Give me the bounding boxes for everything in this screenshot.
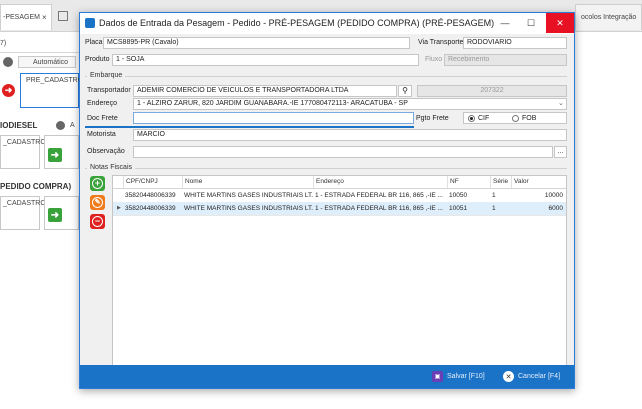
cell-nome: WHITE MARTINS GASES INDUSTRIAIS LT... bbox=[184, 205, 313, 212]
workflow-card[interactable]: _CADASTRO bbox=[0, 196, 46, 230]
table-row[interactable]: 35820448006339 WHITE MARTINS GASES INDUS… bbox=[113, 189, 566, 203]
background-tab-label: -PESAGEM bbox=[3, 14, 40, 21]
cancel-button[interactable]: ✕ Cancelar [F4] bbox=[503, 369, 560, 384]
cancel-button-label: Cancelar [F4] bbox=[518, 373, 561, 380]
embarque-group-title: Embarque bbox=[87, 72, 126, 79]
transportador-code-field: 207322 bbox=[417, 85, 567, 97]
save-icon: ▣ bbox=[432, 371, 443, 382]
radio-fob[interactable] bbox=[512, 115, 519, 122]
notas-group-title: Notas Fiscais bbox=[87, 164, 136, 171]
group-divider bbox=[85, 168, 567, 169]
fluxo-label: Fluxo bbox=[425, 56, 443, 63]
add-icon[interactable]: + bbox=[90, 176, 105, 191]
observacao-more-button[interactable]: ... bbox=[554, 146, 567, 158]
transportador-label: Transportador bbox=[87, 87, 131, 94]
observacao-label: Observação bbox=[87, 148, 125, 155]
column-header[interactable]: Endereço bbox=[313, 176, 447, 188]
produto-label: Produto bbox=[85, 56, 110, 63]
doc-frete-field[interactable] bbox=[133, 112, 414, 124]
workflow-card[interactable]: _CADASTRO bbox=[0, 135, 46, 169]
radio-cif[interactable] bbox=[468, 115, 475, 122]
automatic-label: Automático bbox=[33, 59, 69, 66]
via-transporte-field[interactable]: RODOVIARIO bbox=[463, 37, 567, 49]
motorista-label: Motorista bbox=[87, 131, 116, 138]
section-title: IODIESEL bbox=[0, 121, 38, 130]
column-header[interactable]: CPF/CNPJ bbox=[123, 176, 182, 188]
minimize-icon[interactable]: — bbox=[492, 13, 518, 33]
radio-cif-label: CIF bbox=[478, 115, 490, 122]
cell-cnpj: 35820448006339 bbox=[125, 192, 176, 199]
row-indicator-icon: ▶ bbox=[117, 205, 121, 211]
radio-fob-label: FOB bbox=[522, 115, 537, 122]
column-header[interactable]: NF bbox=[447, 176, 490, 188]
workflow-card[interactable]: ➜ bbox=[44, 196, 79, 230]
table-row[interactable]: ▶ 35820448006339 WHITE MARTINS GASES IND… bbox=[113, 202, 566, 216]
save-button-label: Salvar [F10] bbox=[447, 373, 485, 380]
arrow-right-icon[interactable]: ➜ bbox=[48, 148, 62, 162]
produto-field[interactable]: 1 - SOJA bbox=[112, 54, 419, 66]
cell-cnpj: 35820448006339 bbox=[125, 205, 176, 212]
workflow-card[interactable]: ➜ bbox=[44, 135, 79, 169]
cell-valor: 10000 bbox=[544, 192, 563, 199]
grid-header: CPF/CNPJ Nome Endereço NF Série Valor bbox=[113, 176, 566, 189]
background-tab-label: ocolos Integração bbox=[581, 14, 637, 21]
transportador-field[interactable]: ADEMIR COMERCIO DE VEICULOS E TRANSPORTA… bbox=[133, 85, 397, 97]
app-icon bbox=[85, 18, 95, 28]
cell-endereco: 1 - ESTRADA FEDERAL BR 116, 865 ,-IE ... bbox=[315, 192, 443, 199]
close-icon[interactable]: × bbox=[42, 13, 47, 22]
via-transporte-label: Via Transporte bbox=[418, 39, 464, 46]
divider bbox=[0, 52, 79, 53]
workflow-card[interactable]: PRE_CADASTRO bbox=[20, 73, 83, 108]
automatic-dropdown[interactable]: Automático bbox=[18, 56, 76, 68]
column-header[interactable]: Série bbox=[490, 176, 511, 188]
save-button[interactable]: ▣ Salvar [F10] bbox=[432, 369, 485, 384]
section-title: PEDIDO COMPRA) bbox=[0, 182, 72, 191]
pgto-frete-radio-group: CIF FOB bbox=[463, 112, 567, 124]
column-header[interactable]: Nome bbox=[182, 176, 313, 188]
cell-nf: 10050 bbox=[449, 192, 468, 199]
motorista-field[interactable]: MARCIO bbox=[133, 129, 567, 141]
endereco-select[interactable]: 1 - ALZIRO ZARUR, 820 JARDIM GUANABARA.-… bbox=[133, 98, 567, 110]
cell-endereco: 1 - ESTRADA FEDERAL BR 116, 865 ,-IE ... bbox=[315, 205, 443, 212]
background-tab-protocolos[interactable]: ocolos Integração bbox=[575, 4, 642, 30]
notas-fiscais-grid: CPF/CNPJ Nome Endereço NF Série Valor 35… bbox=[112, 175, 567, 367]
pesagem-dialog: Dados de Entrada da Pesagem - Pedido - P… bbox=[79, 12, 575, 389]
background-tab-pesagem[interactable]: -PESAGEM × bbox=[0, 4, 52, 30]
card-title: PRE_CADASTRO bbox=[26, 77, 84, 84]
remove-icon[interactable]: − bbox=[90, 214, 105, 229]
card-title: _CADASTRO bbox=[3, 139, 46, 146]
search-icon[interactable]: ⚲ bbox=[398, 85, 412, 97]
placa-field[interactable]: MCS8895-PR (Cavalo) bbox=[103, 37, 410, 49]
placa-label: Placa bbox=[85, 39, 103, 46]
edit-icon[interactable]: ✎ bbox=[90, 195, 105, 210]
cancel-icon: ✕ bbox=[503, 371, 514, 382]
cell-nome: WHITE MARTINS GASES INDUSTRIAIS LT... bbox=[184, 192, 313, 199]
automatic-label: A bbox=[70, 122, 75, 129]
dialog-title-bar: Dados de Entrada da Pesagem - Pedido - P… bbox=[80, 13, 574, 34]
pgto-frete-label: Pgto Frete bbox=[416, 115, 449, 122]
cell-serie: 1 bbox=[492, 205, 496, 212]
dialog-title: Dados de Entrada da Pesagem - Pedido - P… bbox=[99, 18, 495, 28]
play-icon[interactable] bbox=[3, 57, 13, 67]
close-icon[interactable]: ✕ bbox=[546, 13, 574, 33]
group-divider bbox=[85, 76, 567, 77]
observacao-field[interactable] bbox=[133, 146, 553, 158]
chevron-down-icon[interactable]: ⌄ bbox=[558, 99, 564, 107]
column-header[interactable]: Valor bbox=[511, 176, 566, 188]
maximize-icon[interactable]: ☐ bbox=[518, 13, 544, 33]
play-icon[interactable] bbox=[56, 121, 65, 130]
cell-serie: 1 bbox=[492, 192, 496, 199]
dialog-footer: ▣ Salvar [F10] ✕ Cancelar [F4] bbox=[80, 365, 574, 388]
card-title: _CADASTRO bbox=[3, 200, 46, 207]
fluxo-field: Recebimento bbox=[444, 54, 567, 66]
grid-icon[interactable] bbox=[58, 11, 68, 21]
arrow-right-icon[interactable]: ➜ bbox=[2, 84, 15, 97]
cell-nf: 10051 bbox=[449, 205, 468, 212]
arrow-right-icon[interactable]: ➜ bbox=[48, 208, 62, 222]
background-corner-text: 7) bbox=[0, 40, 7, 47]
endereco-label: Endereço bbox=[87, 100, 117, 107]
cell-valor: 6000 bbox=[548, 205, 563, 212]
